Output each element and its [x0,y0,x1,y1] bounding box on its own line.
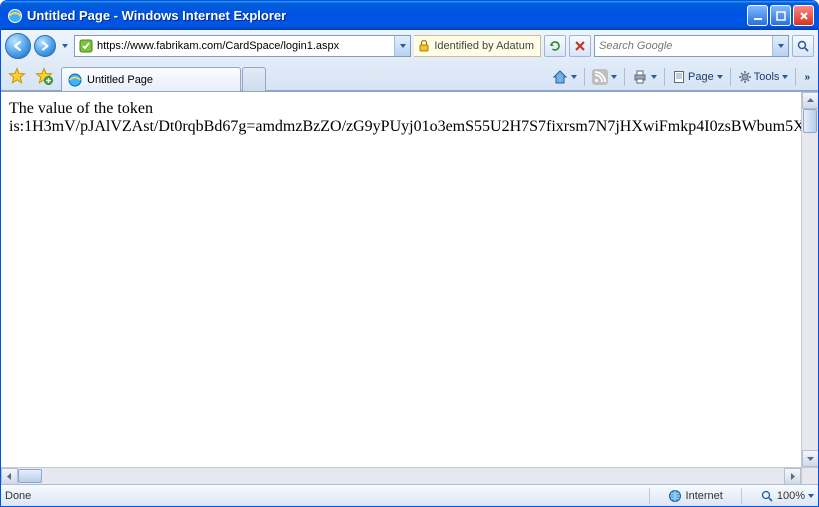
tab-active[interactable]: Untitled Page [61,67,241,91]
browser-window: Untitled Page - Windows Internet Explore… [0,0,819,507]
tab-row: Untitled Page [1,61,818,90]
maximize-button[interactable] [770,5,791,26]
gear-icon [738,70,752,84]
scroll-right-button[interactable] [784,468,801,485]
hscroll-thumb[interactable] [18,469,42,483]
window-controls [747,5,814,26]
scroll-corner [801,467,818,484]
zoom-icon [760,489,774,503]
star-icon [8,67,26,85]
stop-button[interactable] [569,35,591,57]
security-zone-text: Internet [686,490,723,502]
scroll-up-button[interactable] [802,92,819,109]
tab-strip: Untitled Page [61,61,542,90]
page-label: Page [688,71,714,83]
refresh-button[interactable] [544,35,566,57]
tools-menu-button[interactable]: Tools [735,66,792,88]
navigation-row: Identified by Adatum [1,30,818,61]
address-dropdown[interactable] [394,36,410,56]
hscroll-track[interactable] [18,468,784,484]
magnifier-icon [796,39,810,53]
star-plus-icon [35,67,53,85]
ie-logo-icon [7,8,23,24]
browser-chrome: Identified by Adatum [1,30,818,91]
home-icon [552,69,568,85]
page-icon [672,70,686,84]
arrow-right-icon [39,40,51,52]
status-right: Internet 100% [649,488,814,504]
internet-zone-icon [668,489,682,503]
status-bar: Done Internet 100% [1,484,818,506]
content-frame: The value of the token is:1H3mV/pJAlVZAs… [1,91,818,484]
printer-icon [632,69,648,85]
scroll-left-button[interactable] [1,468,18,485]
minimize-button[interactable] [747,5,768,26]
close-button[interactable] [793,5,814,26]
new-tab-button[interactable] [242,67,266,91]
back-button[interactable] [5,33,31,59]
toolbar-overflow-button[interactable]: » [800,72,814,83]
vscroll-track[interactable] [802,109,818,450]
vscroll-thumb[interactable] [803,109,817,133]
favorites-center-button[interactable] [5,64,29,88]
content-line-2: is:1H3mV/pJAlVZAst/Dt0rqbBd67g=amdmzBzZO… [9,118,818,135]
horizontal-scrollbar[interactable] [1,467,801,484]
url-input[interactable] [97,37,394,55]
vertical-scrollbar[interactable] [801,92,818,467]
content-line-1: The value of the token [9,100,153,117]
scroll-down-button[interactable] [802,450,819,467]
identity-box[interactable]: Identified by Adatum [414,35,541,57]
stop-icon [574,40,586,52]
search-box[interactable] [594,35,789,57]
padlock-icon [417,39,431,53]
ie-page-icon [67,72,83,88]
print-button[interactable] [629,66,660,88]
search-go-button[interactable] [792,35,814,57]
lock-shield-icon [78,38,94,54]
home-button[interactable] [549,66,580,88]
title-bar: Untitled Page - Windows Internet Explore… [1,1,818,30]
search-input[interactable] [595,37,772,55]
page-viewport: The value of the token is:1H3mV/pJAlVZAs… [1,92,818,484]
feeds-button[interactable] [589,66,620,88]
forward-button[interactable] [34,35,56,57]
tab-title: Untitled Page [87,74,153,86]
zoom-level-text: 100% [777,490,805,502]
status-progress-text: Done [5,490,31,502]
page-body: The value of the token is:1H3mV/pJAlVZAs… [9,100,810,136]
command-toolbar: Page Tools » [549,66,814,88]
address-bar[interactable] [74,35,411,57]
search-dropdown[interactable] [772,36,788,56]
window-title: Untitled Page - Windows Internet Explore… [27,8,747,23]
arrow-left-icon [11,39,25,53]
add-favorites-button[interactable] [32,64,56,88]
recent-pages-dropdown[interactable] [59,44,71,48]
zoom-control[interactable]: 100% [760,489,814,503]
tools-label: Tools [754,71,780,83]
page-menu-button[interactable]: Page [669,66,726,88]
identity-text: Identified by Adatum [434,40,534,52]
refresh-icon [548,39,562,53]
rss-icon [592,69,608,85]
